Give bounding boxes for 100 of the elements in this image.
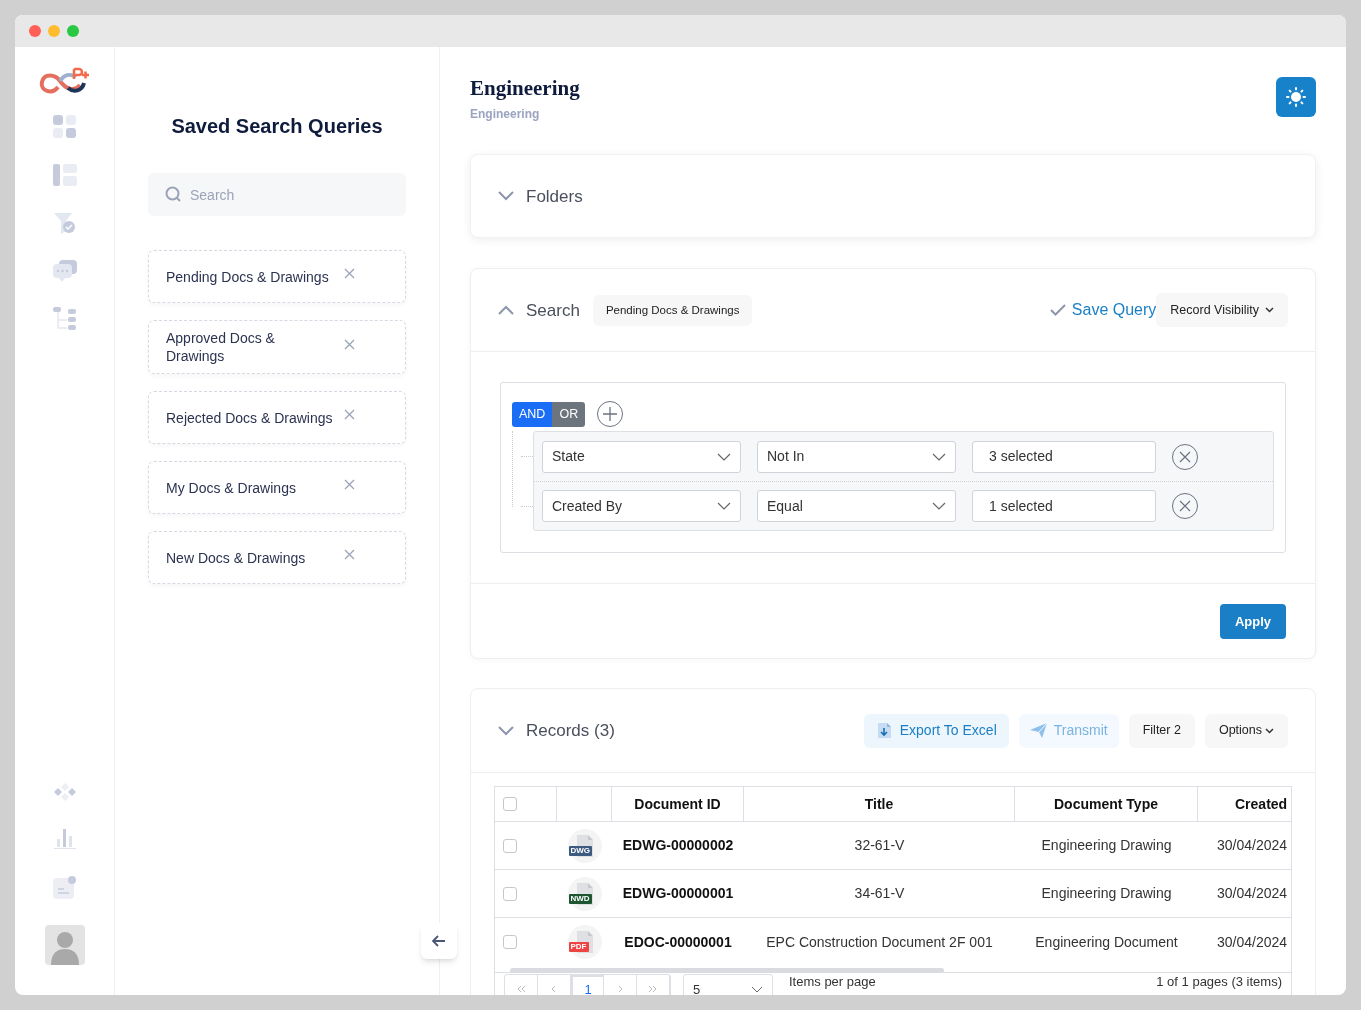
saved-query-item[interactable]: Rejected Docs & Drawings xyxy=(148,391,406,444)
table-cell-text: 34-61-V xyxy=(853,884,906,904)
table-cell-text: EDOC-00000001 xyxy=(623,932,733,952)
query-label: Rejected Docs & Drawings xyxy=(166,408,334,427)
query-tag: Pending Docs & Drawings xyxy=(592,294,753,326)
window-control[interactable] xyxy=(29,25,41,37)
query-label: Pending Docs & Drawings xyxy=(166,267,330,286)
avatar[interactable] xyxy=(44,925,85,965)
row-checkbox[interactable] xyxy=(503,935,517,950)
filter-button[interactable]: Filter 2 xyxy=(1128,713,1195,748)
tree-icon[interactable] xyxy=(52,307,77,331)
grid-icon[interactable] xyxy=(52,115,77,139)
field-select[interactable]: Created By xyxy=(542,490,741,523)
section-title[interactable]: Folders xyxy=(526,183,583,209)
table-cell-text: EDWG-00000001 xyxy=(621,884,735,904)
operator-select[interactable]: Equal xyxy=(757,490,956,523)
page-title: Engineering xyxy=(470,75,580,102)
value-select[interactable]: 3 selected xyxy=(972,440,1156,473)
notification-icon[interactable] xyxy=(52,875,77,899)
bar-chart-icon[interactable] xyxy=(53,827,76,849)
table-cell-text: Engineering Drawing xyxy=(1040,884,1173,904)
close-icon[interactable] xyxy=(344,549,355,560)
chevron-down-icon[interactable] xyxy=(498,725,514,736)
table-cell-text: Engineering Document xyxy=(1034,932,1179,952)
close-icon[interactable] xyxy=(344,268,355,279)
column-header[interactable]: Created xyxy=(1235,793,1288,815)
layout-icon[interactable] xyxy=(52,164,77,186)
operator-select[interactable]: Not In xyxy=(757,440,956,473)
close-icon xyxy=(1179,450,1191,463)
plus-icon xyxy=(603,407,618,422)
record-visibility-dropdown[interactable]: Record Visibility xyxy=(1156,293,1288,328)
panel-title: Saved Search Queries xyxy=(170,114,384,139)
chevron-down-icon[interactable] xyxy=(498,191,514,202)
select-all-checkbox[interactable] xyxy=(503,797,517,812)
conjunction-toggle[interactable]: OR xyxy=(552,401,586,427)
table-cell-text: EPC Construction Document 2F 001 xyxy=(765,932,994,952)
saved-query-item[interactable]: Pending Docs & Drawings xyxy=(148,250,406,303)
last-page-icon xyxy=(648,985,658,994)
page-size-label: Items per page xyxy=(789,975,876,990)
window-control[interactable] xyxy=(48,25,60,37)
table-cell-text: 30/04/2024 xyxy=(1216,884,1289,904)
scrollbar[interactable] xyxy=(510,968,944,974)
query-label: New Docs & Drawings xyxy=(166,548,307,567)
caret-icon xyxy=(717,502,731,511)
caret-icon xyxy=(932,452,946,461)
query-label: Approved Docs & Drawings xyxy=(166,329,276,365)
first-page-icon xyxy=(516,985,526,994)
save-query-button[interactable]: Save Query xyxy=(1049,298,1157,323)
search-icon xyxy=(165,186,182,203)
arrow-left-icon xyxy=(432,935,446,947)
table-cell-text: 30/04/2024 xyxy=(1216,932,1289,952)
table-cell-text: 30/04/2024 xyxy=(1216,836,1289,856)
close-icon xyxy=(1179,500,1191,513)
saved-query-item[interactable]: My Docs & Drawings xyxy=(148,461,406,514)
export-button[interactable]: Export To Excel xyxy=(863,713,1009,748)
logo-icon xyxy=(37,65,92,95)
apply-button[interactable]: Apply xyxy=(1219,603,1286,639)
caret-icon xyxy=(751,985,763,993)
send-icon xyxy=(1029,723,1047,739)
file-type-label: PDF xyxy=(568,942,589,953)
chevron-up-icon[interactable] xyxy=(498,305,514,316)
column-header[interactable]: Document ID xyxy=(634,793,721,815)
breadcrumb: Engineering xyxy=(470,106,541,124)
file-download-icon xyxy=(875,722,893,740)
collapse-button[interactable] xyxy=(421,923,457,959)
theme-toggle-button[interactable] xyxy=(1276,77,1316,117)
section-title[interactable]: Records (3) xyxy=(526,718,615,744)
page-size-select[interactable]: 5 xyxy=(683,974,773,995)
search-field[interactable]: Search xyxy=(148,173,406,216)
table-cell-text: Engineering Drawing xyxy=(1040,836,1173,856)
column-header[interactable]: Document Type xyxy=(1054,793,1158,815)
sun-icon xyxy=(1286,87,1306,107)
section-title[interactable]: Search xyxy=(526,297,580,323)
options-dropdown[interactable]: Options xyxy=(1204,713,1288,748)
file-type-label: NWD xyxy=(568,893,592,904)
saved-query-item[interactable]: New Docs & Drawings xyxy=(148,531,406,584)
caret-icon xyxy=(1265,727,1274,734)
caret-icon xyxy=(717,452,731,461)
chat-icon[interactable] xyxy=(52,260,77,282)
query-label: My Docs & Drawings xyxy=(166,478,297,497)
filter-check-icon[interactable] xyxy=(53,211,76,235)
row-checkbox[interactable] xyxy=(503,886,517,901)
close-icon[interactable] xyxy=(344,409,355,420)
saved-query-item[interactable]: Approved Docs & Drawings xyxy=(148,320,406,374)
column-header[interactable]: Title xyxy=(864,793,894,815)
close-icon[interactable] xyxy=(344,479,355,490)
conjunction-toggle[interactable]: AND xyxy=(512,401,553,427)
value-select[interactable]: 1 selected xyxy=(972,490,1156,523)
window-control[interactable] xyxy=(67,25,79,37)
row-checkbox[interactable] xyxy=(503,838,517,853)
file-type-label: DWG xyxy=(568,845,593,856)
caret-icon xyxy=(1265,307,1274,314)
field-select[interactable]: State xyxy=(542,440,741,473)
caret-icon xyxy=(932,502,946,511)
close-icon[interactable] xyxy=(344,338,355,350)
page-summary: 1 of 1 pages (3 items) xyxy=(1156,975,1282,990)
page-button[interactable]: 1 xyxy=(571,975,604,995)
table-cell-text: EDWG-00000002 xyxy=(621,836,735,856)
diamonds-icon[interactable] xyxy=(53,783,76,801)
check-icon xyxy=(1049,304,1066,317)
